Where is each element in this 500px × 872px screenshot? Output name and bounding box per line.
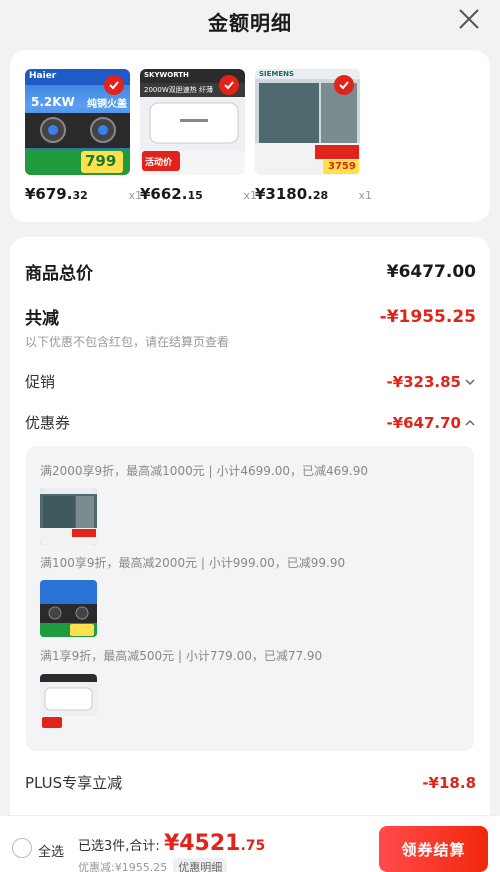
coupon-value: -¥647.70: [386, 413, 461, 432]
product-list: Haier 5.2KW 纯铜火盖 799 ¥679.32 x1 SKYWORTH: [10, 50, 490, 222]
promo-label: 促销: [25, 373, 56, 391]
product-item[interactable]: Haier 5.2KW 纯铜火盖 799 ¥679.32 x1: [25, 69, 142, 222]
total-amount: ¥4521.75: [163, 831, 266, 856]
product-price: ¥3180.28: [255, 185, 329, 203]
coupon-rule-text: 满2000享9折，最高减1000元 | 小计4699.00，已减469.90: [40, 464, 368, 478]
selected-check-icon: [334, 75, 354, 95]
dishwasher-image: [40, 488, 97, 545]
amount-detail-card: 商品总价 ¥6477.00 共减 -¥1955.25 以下优惠不包含红包，请在结…: [10, 237, 490, 872]
checkout-bar: 全选 已选3件,合计: ¥4521.75 优惠减:¥1955.25 优惠明细 领…: [0, 815, 500, 872]
water-heater-image: [40, 674, 97, 731]
product-qty: x1: [358, 189, 372, 202]
power-label: 5.2KW: [31, 95, 75, 109]
total-reduce-label: 共减: [25, 309, 59, 329]
product-thumb-stove: Haier 5.2KW 纯铜火盖 799: [25, 69, 130, 175]
plus-label: PLUS专享立减: [25, 774, 123, 792]
product-price: ¥679.32: [25, 185, 88, 203]
promo-price-label: 3759: [328, 161, 356, 172]
coupon-rule-text: 满1享9折，最高减500元 | 小计779.00，已减77.90: [40, 649, 323, 663]
plus-reduce-row: PLUS专享立减 -¥18.8: [25, 772, 476, 793]
product-thumb-dishwasher: SIEMENS 3759: [255, 69, 360, 175]
close-icon[interactable]: [458, 8, 480, 30]
product-price: ¥662.15: [140, 185, 203, 203]
product-item[interactable]: SIEMENS 3759 ¥3180.28 x1: [255, 69, 372, 222]
selected-check-icon: [219, 75, 239, 95]
header: 金额明细: [0, 0, 500, 42]
coupon-rule-text: 满100享9折，最高减2000元 | 小计999.00，已减99.90: [40, 556, 346, 570]
stove-image: [40, 604, 97, 637]
checkout-button[interactable]: 领券结算: [379, 826, 488, 872]
plus-value: -¥18.8: [422, 773, 476, 792]
spec-label: 2000W双胆速热 纤薄: [144, 86, 213, 94]
chevron-down-icon[interactable]: [464, 376, 476, 388]
feature-label: 纯铜火盖: [87, 99, 127, 110]
selected-summary: 已选3件,合计: ¥4521.75: [78, 831, 265, 856]
promo-row[interactable]: 促销 -¥323.85: [25, 371, 476, 392]
coupon-breakdown: 满2000享9折，最高减1000元 | 小计4699.00，已减469.90 满…: [26, 446, 474, 751]
brand-label: SKYWORTH: [144, 71, 189, 79]
promo-price-label: 799: [85, 152, 117, 170]
select-all-radio[interactable]: [12, 838, 32, 858]
product-thumb-water-heater: SKYWORTH 2000W双胆速热 纤薄 活动价: [140, 69, 245, 175]
select-all-label[interactable]: 全选: [38, 841, 64, 860]
coupon-product-thumb: [40, 580, 97, 637]
promo-value: -¥323.85: [386, 372, 461, 391]
discount-summary-text: 优惠减:¥1955.25: [78, 861, 168, 872]
event-price-tag: 活动价: [145, 158, 173, 168]
coupon-label: 优惠券: [25, 414, 71, 432]
coupon-product-thumb: [40, 674, 97, 731]
discount-detail-pill[interactable]: 优惠明细: [173, 858, 228, 872]
goods-total-row: 商品总价 ¥6477.00: [25, 259, 476, 285]
goods-total-value: ¥6477.00: [386, 261, 476, 282]
brand-label: SIEMENS: [259, 70, 295, 78]
page-title: 金额明细: [208, 10, 292, 35]
brand-label: Haier: [29, 71, 57, 81]
discount-note: 以下优惠不包含红包，请在结算页查看: [25, 335, 230, 349]
selected-check-icon: [104, 75, 124, 95]
total-reduce-row: 共减 -¥1955.25: [25, 304, 476, 330]
product-item[interactable]: SKYWORTH 2000W双胆速热 纤薄 活动价 ¥662.15 x1: [140, 69, 257, 222]
chevron-up-icon[interactable]: [464, 417, 476, 429]
coupon-row[interactable]: 优惠券 -¥647.70: [25, 412, 476, 433]
coupon-product-thumb: [40, 488, 97, 545]
selected-count-text: 已选3件,合计:: [78, 839, 160, 854]
total-reduce-value: -¥1955.25: [379, 306, 476, 327]
goods-total-label: 商品总价: [25, 264, 93, 284]
